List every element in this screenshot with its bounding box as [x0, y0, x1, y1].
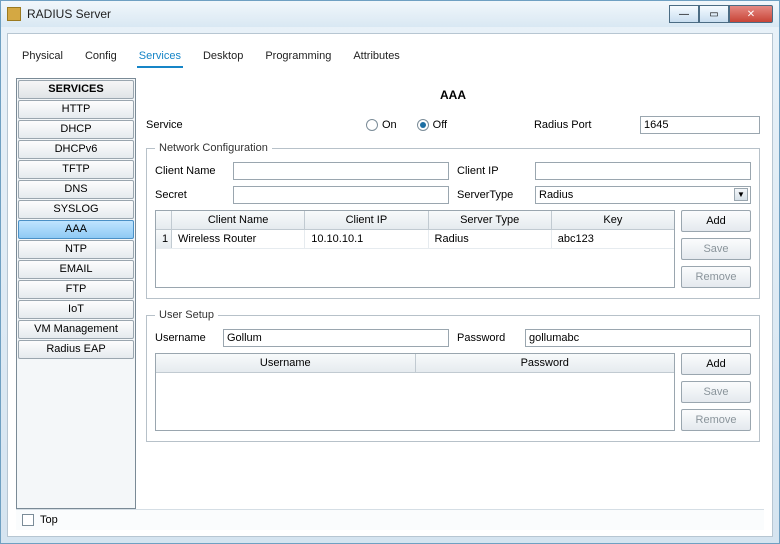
service-label: Service	[146, 119, 203, 131]
row-index: 1	[156, 230, 172, 248]
top-label: Top	[40, 514, 58, 526]
tab-desktop[interactable]: Desktop	[201, 46, 245, 68]
network-configuration-fieldset: Network Configuration Client Name Client…	[146, 142, 760, 299]
sidebar-item-vm-management[interactable]: VM Management	[18, 320, 134, 339]
netcfg-thead: Client Name Client IP Server Type Key	[156, 211, 674, 230]
usersetup-save-button[interactable]: Save	[681, 381, 751, 403]
titlebar: RADIUS Server — ▭ ✕	[1, 1, 779, 27]
row-index-header	[156, 211, 172, 229]
netcfg-add-button[interactable]: Add	[681, 210, 751, 232]
sidebar-item-ntp[interactable]: NTP	[18, 240, 134, 259]
titlebar-left: RADIUS Server	[7, 7, 111, 21]
col-client-ip[interactable]: Client IP	[305, 211, 428, 229]
footer: Top	[16, 509, 764, 530]
col-password[interactable]: Password	[416, 354, 675, 372]
body: SERVICESHTTPDHCPDHCPv6TFTPDNSSYSLOGAAANT…	[16, 78, 764, 509]
secret-input[interactable]	[233, 186, 449, 204]
sidebar-item-http[interactable]: HTTP	[18, 100, 134, 119]
netcfg-tbody: 1Wireless Router10.10.10.1Radiusabc123	[156, 230, 674, 249]
sidebar-item-dhcp[interactable]: DHCP	[18, 120, 134, 139]
content-area: Physical Config Services Desktop Programming…	[7, 33, 773, 537]
client-ip-label: Client IP	[457, 165, 527, 177]
server-type-value[interactable]	[535, 186, 751, 204]
password-label: Password	[457, 332, 517, 344]
usersetup-thead: Username Password	[156, 354, 674, 373]
netcfg-table-wrap: Client Name Client IP Server Type Key 1W…	[155, 210, 751, 288]
netcfg-save-button[interactable]: Save	[681, 238, 751, 260]
username-input[interactable]	[223, 329, 449, 347]
col-client-name[interactable]: Client Name	[172, 211, 305, 229]
minimize-button[interactable]: —	[669, 5, 699, 23]
tab-services[interactable]: Services	[137, 46, 183, 68]
sidebar-item-dns[interactable]: DNS	[18, 180, 134, 199]
user-setup-fieldset: User Setup Username Password Username Pa…	[146, 309, 760, 442]
tab-physical[interactable]: Physical	[20, 46, 65, 68]
cell-server-type: Radius	[429, 230, 552, 248]
chevron-down-icon: ▼	[734, 188, 748, 201]
usersetup-table: Username Password	[155, 353, 675, 431]
services-sidebar: SERVICESHTTPDHCPDHCPv6TFTPDNSSYSLOGAAANT…	[16, 78, 136, 509]
col-username[interactable]: Username	[156, 354, 416, 372]
tab-programming[interactable]: Programming	[263, 46, 333, 68]
cell-client-ip: 10.10.10.1	[305, 230, 428, 248]
sidebar-item-aaa[interactable]: AAA	[18, 220, 134, 239]
sidebar-header: SERVICES	[18, 80, 134, 99]
cell-client-name: Wireless Router	[172, 230, 305, 248]
netcfg-form: Client Name Client IP Secret ServerType …	[155, 162, 751, 204]
netcfg-remove-button[interactable]: Remove	[681, 266, 751, 288]
app-window: RADIUS Server — ▭ ✕ Physical Config Servic…	[0, 0, 780, 544]
off-label: Off	[433, 119, 447, 131]
top-checkbox[interactable]	[22, 514, 34, 526]
username-label: Username	[155, 332, 215, 344]
radius-port-label: Radius Port	[534, 119, 632, 131]
page-title: AAA	[146, 88, 760, 102]
close-button[interactable]: ✕	[729, 5, 773, 23]
sidebar-item-tftp[interactable]: TFTP	[18, 160, 134, 179]
radio-dot-on	[366, 119, 378, 131]
netcfg-buttons: Add Save Remove	[681, 210, 751, 288]
netcfg-table: Client Name Client IP Server Type Key 1W…	[155, 210, 675, 288]
main-panel: AAA Service On Off Radius Port	[144, 78, 764, 509]
window-title: RADIUS Server	[27, 7, 111, 21]
tab-attributes[interactable]: Attributes	[351, 46, 401, 68]
client-ip-input[interactable]	[535, 162, 751, 180]
service-row: Service On Off Radius Port	[146, 116, 760, 134]
server-type-label: ServerType	[457, 189, 527, 201]
client-name-label: Client Name	[155, 165, 225, 177]
on-label: On	[382, 119, 397, 131]
sidebar-item-ftp[interactable]: FTP	[18, 280, 134, 299]
col-key[interactable]: Key	[552, 211, 674, 229]
secret-label: Secret	[155, 189, 225, 201]
sidebar-item-dhcpv6[interactable]: DHCPv6	[18, 140, 134, 159]
server-type-select[interactable]: ▼	[535, 186, 751, 204]
user-setup-legend: User Setup	[155, 309, 218, 321]
usersetup-form: Username Password	[155, 329, 751, 347]
sidebar-item-radius-eap[interactable]: Radius EAP	[18, 340, 134, 359]
password-input[interactable]	[525, 329, 751, 347]
app-icon	[7, 7, 21, 21]
window-buttons: — ▭ ✕	[669, 5, 773, 23]
sidebar-item-syslog[interactable]: SYSLOG	[18, 200, 134, 219]
table-row[interactable]: 1Wireless Router10.10.10.1Radiusabc123	[156, 230, 674, 249]
service-off-radio[interactable]: Off	[417, 119, 447, 131]
usersetup-remove-button[interactable]: Remove	[681, 409, 751, 431]
network-configuration-legend: Network Configuration	[155, 142, 272, 154]
sidebar-item-iot[interactable]: IoT	[18, 300, 134, 319]
radius-port-input[interactable]	[640, 116, 760, 134]
col-server-type[interactable]: Server Type	[429, 211, 552, 229]
service-on-radio[interactable]: On	[366, 119, 397, 131]
usersetup-buttons: Add Save Remove	[681, 353, 751, 431]
cell-key: abc123	[552, 230, 674, 248]
maximize-button[interactable]: ▭	[699, 5, 729, 23]
usersetup-add-button[interactable]: Add	[681, 353, 751, 375]
radio-dot-off	[417, 119, 429, 131]
sidebar-item-email[interactable]: EMAIL	[18, 260, 134, 279]
tab-config[interactable]: Config	[83, 46, 119, 68]
client-name-input[interactable]	[233, 162, 449, 180]
main-tabs: Physical Config Services Desktop Programming…	[16, 40, 764, 72]
usersetup-table-wrap: Username Password Add Save Remove	[155, 353, 751, 431]
